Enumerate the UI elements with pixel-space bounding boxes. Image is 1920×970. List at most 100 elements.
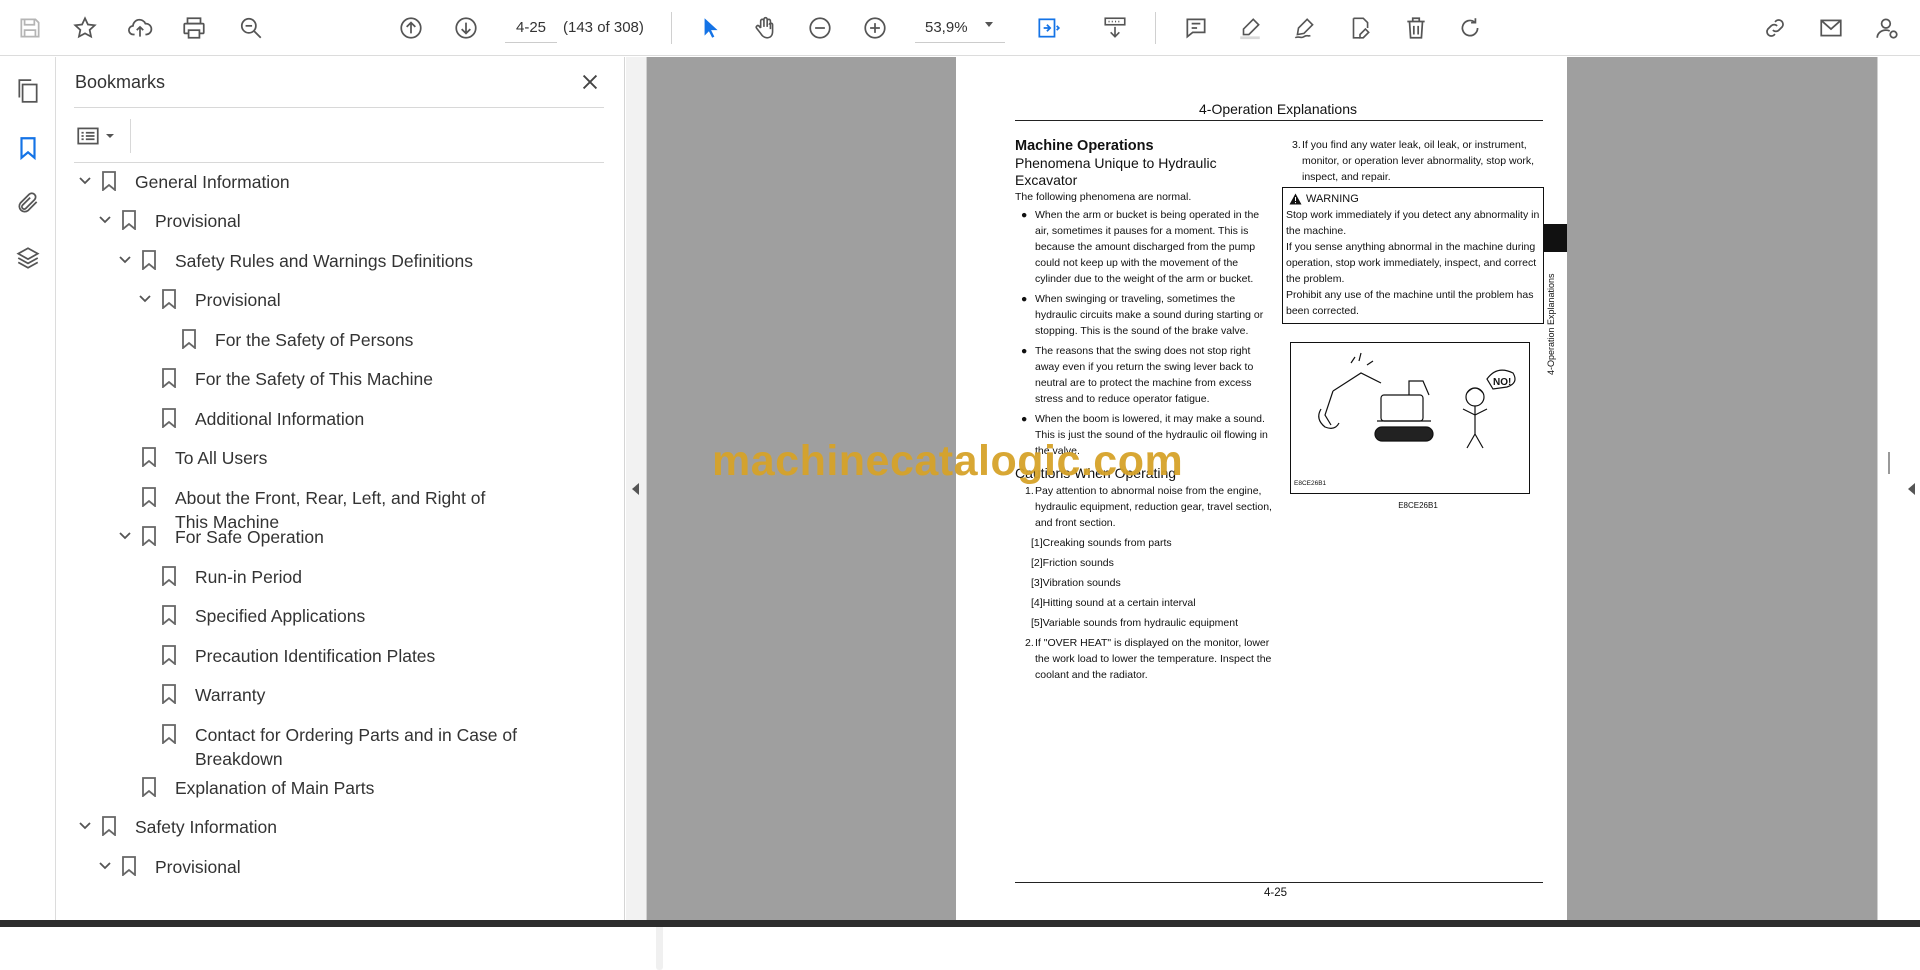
bookmarks-icon[interactable] [12, 132, 44, 164]
zoom-in-icon[interactable] [857, 10, 893, 46]
print-icon[interactable] [176, 10, 212, 46]
save-icon[interactable] [12, 10, 48, 46]
bookmark-flag-icon [159, 719, 179, 749]
comment-icon[interactable] [1178, 10, 1214, 46]
bookmark-item[interactable]: General Information [75, 166, 290, 196]
chevron-placeholder [135, 679, 155, 709]
delete-trash-icon[interactable] [1398, 10, 1434, 46]
zoom-level-value: 53,9% [925, 19, 968, 36]
excavator-drawing: NO! [1318, 352, 1516, 449]
caution-number: 3. [1292, 139, 1301, 151]
chevron-placeholder [155, 324, 175, 354]
scroll-mode-icon[interactable] [1097, 10, 1133, 46]
navigation-rail [0, 57, 56, 920]
chevron-down-icon[interactable] [75, 811, 95, 841]
bookmark-item[interactable]: Explanation of Main Parts [115, 772, 374, 802]
upload-cloud-icon[interactable] [122, 10, 158, 46]
bookmark-flag-icon [159, 284, 179, 314]
bookmark-item[interactable]: For the Safety of Persons [155, 324, 413, 354]
chevron-down-icon[interactable] [95, 851, 115, 881]
chevron-placeholder [115, 482, 135, 512]
caret-down-icon [106, 134, 114, 138]
bookmark-label: Warranty [195, 685, 266, 705]
caution-item: 3. If you find any water leak, oil leak,… [1282, 137, 1544, 185]
collapse-left-icon [632, 483, 639, 495]
bookmark-flag-icon [159, 403, 179, 433]
bookmark-item[interactable]: Precaution Identification Plates [135, 640, 435, 670]
email-icon[interactable] [1813, 10, 1849, 46]
bookmark-item[interactable]: Provisional [135, 284, 281, 314]
chevron-down-icon[interactable] [115, 521, 135, 551]
subsection-title: Phenomena Unique to Hydraulic Excavator [1015, 155, 1217, 188]
chevron-down-icon[interactable] [95, 205, 115, 235]
star-icon[interactable] [67, 10, 103, 46]
chapter-side-label: 4-Operation Explanations [1546, 273, 1556, 375]
edit-document-icon[interactable] [1342, 10, 1378, 46]
highlight-pen-icon[interactable] [1232, 10, 1268, 46]
share-link-icon[interactable] [1757, 10, 1793, 46]
page-number-input[interactable] [505, 13, 557, 43]
previous-page-icon[interactable] [393, 10, 429, 46]
bookmark-label: Provisional [155, 857, 241, 877]
main-toolbar: (143 of 308) 53,9% [0, 0, 1920, 56]
bookmark-flag-icon [139, 482, 159, 512]
bookmark-item[interactable]: Additional Information [135, 403, 364, 433]
caution-subitem: [5]Variable sounds from hydraulic equipm… [1031, 617, 1239, 629]
bookmark-item[interactable]: Provisional [95, 851, 241, 881]
bookmark-item[interactable]: Safety Rules and Warnings Definitions [115, 245, 473, 275]
chevron-down-icon[interactable] [135, 284, 155, 314]
header-rule [1015, 120, 1543, 121]
bookmark-label: Run-in Period [195, 567, 302, 587]
bookmark-item[interactable]: Warranty [135, 679, 265, 709]
bookmark-options-button[interactable] [75, 121, 123, 151]
chevron-placeholder [135, 719, 155, 749]
chevron-down-icon[interactable] [985, 22, 993, 27]
bookmark-item[interactable]: Safety Information [75, 811, 277, 841]
bookmark-item[interactable]: Run-in Period [135, 561, 302, 591]
caution-subitem: [4]Hitting sound at a certain interval [1031, 597, 1196, 609]
draw-pen-icon[interactable] [1287, 10, 1323, 46]
bookmark-label: Contact for Ordering Parts and in Case o… [195, 725, 517, 769]
divider [130, 119, 131, 153]
chevron-down-icon[interactable] [115, 245, 135, 275]
chevron-down-icon[interactable] [75, 166, 95, 196]
bookmark-item[interactable]: For Safe Operation [115, 521, 324, 551]
bookmark-label: For Safe Operation [175, 527, 324, 547]
zoom-level-select[interactable]: 53,9% [915, 13, 1005, 43]
redo-icon[interactable] [1452, 10, 1488, 46]
select-cursor-icon[interactable] [692, 10, 728, 46]
zoom-search-icon[interactable] [233, 10, 269, 46]
bookmark-label: Provisional [195, 290, 281, 310]
next-page-icon[interactable] [448, 10, 484, 46]
bookmark-label: Safety Information [135, 817, 278, 837]
bookmark-item[interactable]: To All Users [115, 442, 267, 472]
warning-triangle-icon [1289, 193, 1302, 205]
attachments-icon[interactable] [12, 187, 44, 219]
bookmark-item[interactable]: About the Front, Rear, Left, and Right o… [115, 482, 515, 532]
collapse-panel-handle[interactable] [626, 57, 647, 920]
bookmark-item[interactable]: Contact for Ordering Parts and in Case o… [135, 719, 535, 769]
close-icon[interactable] [577, 69, 603, 95]
divider [74, 107, 604, 108]
warning-line: Stop work immediately if you detect any … [1286, 209, 1540, 237]
page-number: 4-25 [1264, 887, 1288, 899]
hand-tool-icon[interactable] [747, 10, 783, 46]
bullet-item: The reasons that the swing does not stop… [1015, 343, 1273, 407]
fit-page-icon[interactable] [1030, 10, 1066, 46]
bookmark-item[interactable]: Specified Applications [135, 600, 365, 630]
page-thumbnails-icon[interactable] [12, 75, 44, 107]
excavator-illustration: NO! E8CE26B1 [1290, 342, 1530, 494]
expand-right-panel-icon[interactable] [1908, 483, 1915, 495]
right-panel-strip [1877, 57, 1920, 920]
zoom-out-icon[interactable] [802, 10, 838, 46]
account-icon[interactable] [1869, 10, 1905, 46]
bookmark-item[interactable]: For the Safety of This Machine [135, 363, 433, 393]
bookmark-flag-icon [139, 442, 159, 472]
left-column: Machine Operations Phenomena Unique to H… [1015, 137, 1273, 683]
caution-subitem: [2]Friction sounds [1031, 557, 1114, 569]
chevron-placeholder [135, 600, 155, 630]
layers-icon[interactable] [12, 242, 44, 274]
bookmark-item[interactable]: Provisional [95, 205, 241, 235]
warning-line: If you sense anything abnormal in the ma… [1286, 241, 1537, 285]
watermark-text: machinecatalogic.com [712, 437, 1184, 485]
